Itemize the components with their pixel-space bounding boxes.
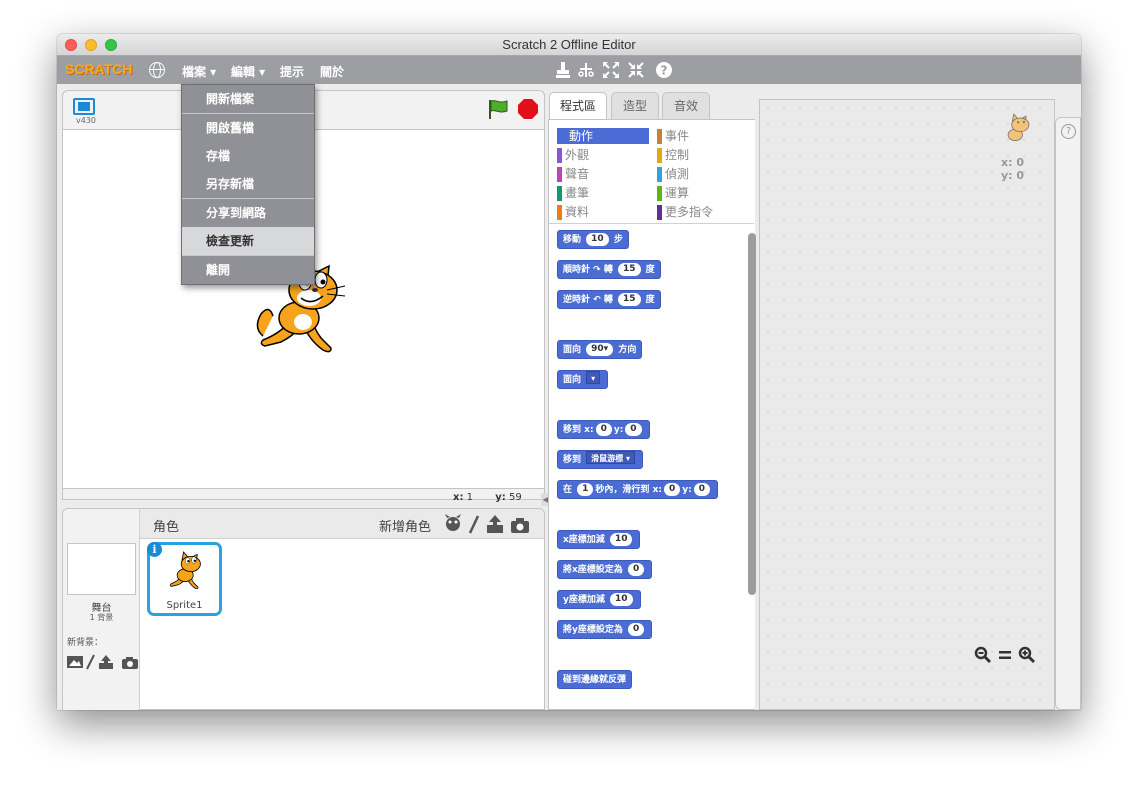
choose-sprite-from-library-icon[interactable] <box>445 514 461 531</box>
block-palette: 動作 外觀 聲音 畫筆 資料 事件 控制 偵測 運算 更多指令 移動 10 步 … <box>548 119 756 710</box>
menu-item-check-updates[interactable]: 檢查更新 <box>182 227 314 255</box>
block-go-to[interactable]: 移到 滑鼠游標 ▾ <box>557 450 643 469</box>
block-turn-clockwise[interactable]: 順時針 ↷ 轉 15 度 <box>557 260 661 279</box>
category-motion[interactable]: 動作 <box>557 128 649 144</box>
backdrop-count: 1 背景 <box>89 613 114 622</box>
green-flag-icon[interactable] <box>487 99 509 119</box>
menu-about[interactable]: 關於 <box>320 63 344 80</box>
presentation-mode-button[interactable] <box>73 98 95 115</box>
category-looks[interactable]: 外觀 <box>557 147 649 163</box>
menu-item-save-as[interactable]: 另存新檔 <box>182 170 314 198</box>
menu-tips[interactable]: 提示 <box>280 63 304 80</box>
help-icon[interactable]: ? <box>1061 124 1076 139</box>
new-backdrop-label: 新背景： <box>67 638 104 648</box>
paint-new-sprite-icon[interactable] <box>468 515 480 534</box>
upload-sprite-icon[interactable] <box>487 515 503 533</box>
category-sensing[interactable]: 偵測 <box>657 166 749 182</box>
zoom-out-icon[interactable] <box>974 646 992 664</box>
category-operators[interactable]: 運算 <box>657 185 749 201</box>
menu-item-open[interactable]: 開啟舊檔 <box>182 114 314 142</box>
language-globe-icon[interactable] <box>149 62 165 78</box>
upload-backdrop-icon[interactable] <box>99 655 113 669</box>
mouse-coordinates: x: 1 y: 59 <box>453 492 522 503</box>
block-glide[interactable]: 在 1 秒內，滑行到 x: 0 y: 0 <box>557 480 718 499</box>
new-sprite-tools <box>445 514 529 534</box>
category-events[interactable]: 事件 <box>657 128 749 144</box>
scripts-area[interactable]: x: 0 y: 0 <box>759 99 1055 710</box>
menu-item-quit[interactable]: 離開 <box>182 256 314 284</box>
block-turn-counterclockwise[interactable]: 逆時針 ↶ 轉 15 度 <box>557 290 661 309</box>
zoom-in-icon[interactable] <box>1018 646 1036 664</box>
block-bounce-on-edge[interactable]: 碰到邊緣就反彈 <box>557 670 633 689</box>
block-change-y[interactable]: y座標加減 10 <box>557 590 641 609</box>
grow-icon[interactable] <box>602 61 620 79</box>
stop-sign-icon[interactable] <box>518 99 538 119</box>
app-window: Scratch 2 Offline Editor SCRATCH 檔案 ▾ 編輯… <box>57 34 1081 710</box>
sprite-x-readout: x: 0 <box>1001 156 1024 169</box>
menu-item-save[interactable]: 存檔 <box>182 142 314 170</box>
category-control[interactable]: 控制 <box>657 147 749 163</box>
tab-sounds[interactable]: 音效 <box>662 92 710 119</box>
sprite-info-icon[interactable]: i <box>147 542 162 557</box>
zoom-reset-icon[interactable] <box>996 646 1014 664</box>
menu-edit[interactable]: 編輯 ▾ <box>231 63 265 80</box>
block-point-towards[interactable]: 面向 ▾ <box>557 370 609 389</box>
delete-scissors-icon[interactable] <box>577 61 595 79</box>
zoom-controls <box>974 646 1044 666</box>
scratch-logo[interactable]: SCRATCH <box>65 61 132 77</box>
turn-counterclockwise-icon: ↶ <box>593 295 601 305</box>
cat-sprite-icon <box>169 551 201 590</box>
category-data[interactable]: 資料 <box>557 204 649 220</box>
sprite-y-readout: y: 0 <box>1000 169 1024 182</box>
block-go-to-xy[interactable]: 移到 x: 0 y: 0 <box>557 420 650 439</box>
tab-costumes[interactable]: 造型 <box>611 92 659 119</box>
new-sprite-label: 新增角色 <box>379 520 432 535</box>
mouse-x-value: 1 <box>466 492 474 503</box>
camera-sprite-icon[interactable] <box>511 518 529 533</box>
editor-panel: 程式區 造型 音效 動作 外觀 聲音 畫筆 資料 事件 控制 偵測 運算 更多指… <box>548 90 1081 710</box>
choose-backdrop-from-library-icon[interactable] <box>67 656 83 668</box>
category-pen[interactable]: 畫筆 <box>557 185 649 201</box>
duplicate-stamp-icon[interactable] <box>554 61 572 79</box>
tips-panel-tab: ? <box>1055 117 1081 710</box>
mouse-y-value: 59 <box>509 492 522 503</box>
menu-bar: SCRATCH 檔案 ▾ 編輯 ▾ 提示 關於 ? <box>57 56 1081 84</box>
sprite-library-panel: 角色 新增角色 舞台 1 背景 新背景： i Sprite1 <box>62 508 545 710</box>
category-more-blocks[interactable]: 更多指令 <box>657 204 749 220</box>
svg-text:?: ? <box>661 64 668 78</box>
tab-scripts[interactable]: 程式區 <box>549 92 607 120</box>
window-title: Scratch 2 Offline Editor <box>502 37 636 52</box>
palette-scrollbar[interactable] <box>748 233 756 595</box>
block-point-in-direction[interactable]: 面向 90▾ 方向 <box>557 340 643 359</box>
category-sound[interactable]: 聲音 <box>557 166 649 182</box>
block-move-steps[interactable]: 移動 10 步 <box>557 230 629 249</box>
menu-file[interactable]: 檔案 ▾ <box>182 63 216 80</box>
block-set-x[interactable]: 將x座標設定為 0 <box>557 560 653 579</box>
block-categories: 動作 外觀 聲音 畫筆 資料 事件 控制 偵測 運算 更多指令 <box>549 120 754 224</box>
menu-item-new[interactable]: 開新檔案 <box>182 85 314 113</box>
shrink-icon[interactable] <box>627 61 645 79</box>
sprite-thumbnail[interactable]: i Sprite1 <box>147 542 222 616</box>
camera-backdrop-icon[interactable] <box>122 657 138 669</box>
stage-column: 舞台 1 背景 新背景： <box>63 509 140 710</box>
block-change-x[interactable]: x座標加減 10 <box>557 530 641 549</box>
motion-blocks-list: 移動 10 步 順時針 ↷ 轉 15 度 逆時針 ↶ 轉 15 度 面向 90▾… <box>549 225 754 709</box>
paint-new-backdrop-icon[interactable] <box>86 654 95 670</box>
block-help-icon[interactable]: ? <box>655 61 673 79</box>
block-set-y[interactable]: 將y座標設定為 0 <box>557 620 653 639</box>
turn-clockwise-icon: ↷ <box>593 265 601 275</box>
stage-thumbnail[interactable] <box>67 543 136 595</box>
file-menu-dropdown: 開新檔案 開啟舊檔 存檔 另存新檔 分享到網路 檢查更新 離開 <box>181 84 315 285</box>
version-label: v430 <box>76 116 97 125</box>
sprites-label: 角色 <box>153 520 180 535</box>
menu-item-share[interactable]: 分享到網路 <box>182 199 314 227</box>
sprite-name: Sprite1 <box>166 600 203 611</box>
title-bar: Scratch 2 Offline Editor <box>57 34 1081 56</box>
current-sprite-icon <box>1007 113 1030 141</box>
new-backdrop-tools <box>67 654 138 670</box>
